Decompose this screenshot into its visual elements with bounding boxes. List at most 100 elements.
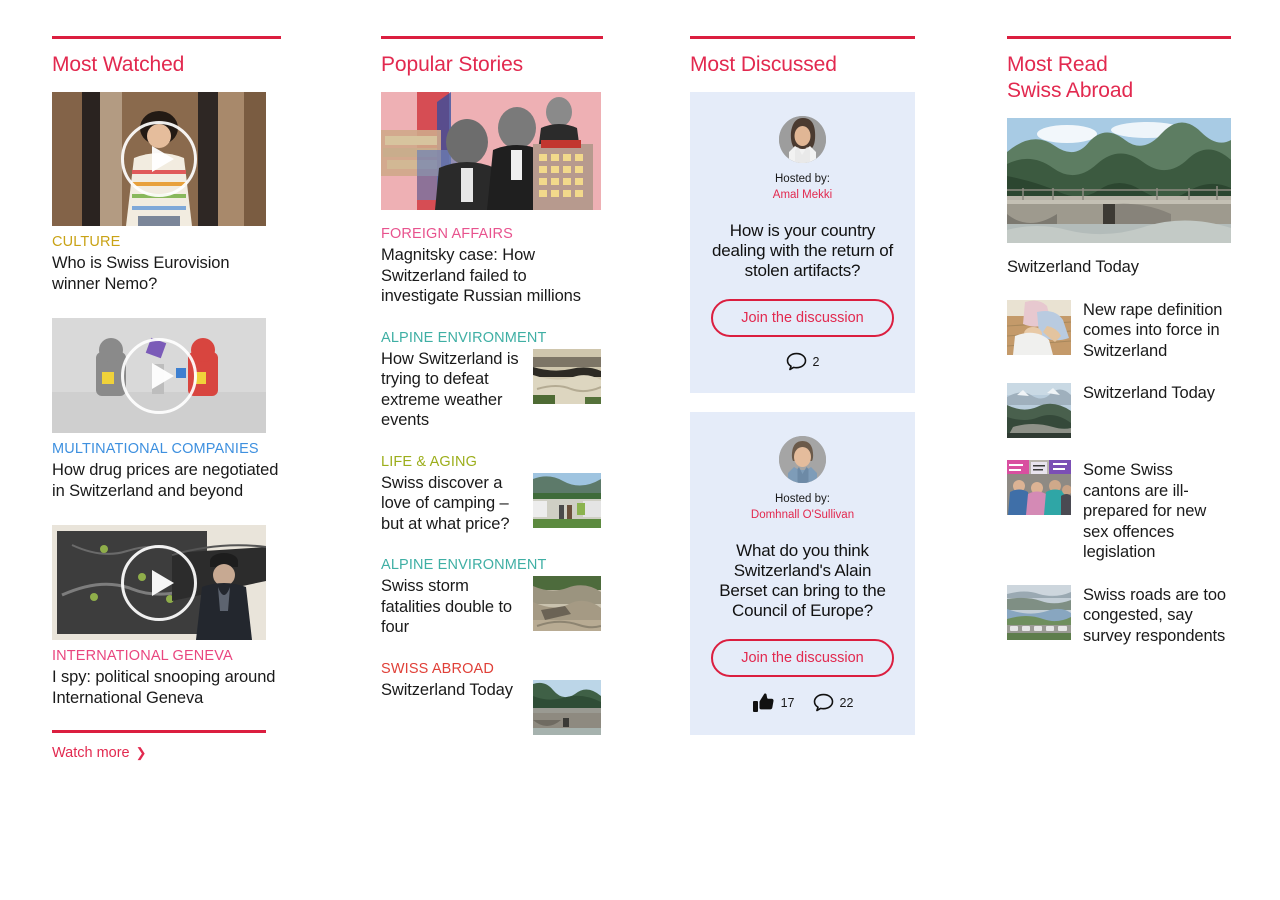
hosted-by-label: Hosted by: (775, 173, 830, 185)
play-icon (151, 146, 174, 172)
section-title-line2: Swiss Abroad (1007, 79, 1134, 102)
section-rule (690, 36, 915, 39)
comment-count[interactable]: 2 (786, 352, 820, 371)
discussion-card[interactable]: Hosted by: Amal Mekki How is your countr… (690, 92, 915, 393)
avatar (779, 116, 826, 163)
avatar (779, 436, 826, 483)
divider-rule (52, 730, 266, 733)
section-title-line1: Most Read (1007, 53, 1108, 76)
video-thumbnail[interactable] (52, 525, 266, 640)
video-caption: INTERNATIONAL GENEVA I spy: political sn… (52, 647, 281, 708)
kicker-multinational-companies[interactable]: MULTINATIONAL COMPANIES (52, 440, 281, 458)
host-name[interactable]: Domhnall O'Sullivan (708, 507, 897, 523)
photo-assault-illustration (1007, 299, 1071, 355)
photo-lake-road-traffic (1007, 584, 1071, 640)
photo-extreme-weather-damage (533, 348, 601, 404)
popular-story-item[interactable]: ALPINE ENVIRONMENT How Switzerland is tr… (381, 329, 601, 431)
headline[interactable]: Swiss storm fatalities double to four (381, 576, 523, 638)
photo-magnitsky-collage (381, 92, 601, 210)
join-discussion-button[interactable]: Join the discussion (711, 639, 894, 677)
section-title-most-read: Most Read Swiss Abroad (1007, 52, 1231, 104)
watch-more-label: Watch more (52, 744, 130, 761)
section-rule (1007, 36, 1231, 39)
join-discussion-button[interactable]: Join the discussion (711, 299, 894, 337)
section-rule (52, 36, 281, 39)
photo-camping-site (533, 472, 601, 528)
watch-more-link[interactable]: Watch more ❯ (52, 745, 147, 761)
photo-storm-debris (533, 576, 601, 631)
discussion-card[interactable]: Hosted by: Domhnall O'Sullivan What do y… (690, 412, 915, 735)
popular-lead-story[interactable]: FOREIGN AFFAIRS Magnitsky case: How Swit… (381, 92, 603, 307)
section-title-most-watched: Most Watched (52, 53, 185, 76)
video-card[interactable]: CULTURE Who is Swiss Eurovision winner N… (52, 92, 281, 294)
most-read-lead-item[interactable]: Switzerland Today (1007, 118, 1231, 278)
most-read-item[interactable]: Swiss roads are too congested, say surve… (1007, 584, 1231, 647)
section-title-most-discussed: Most Discussed (690, 53, 837, 76)
comment-count[interactable]: 22 (813, 693, 854, 712)
play-button[interactable] (121, 544, 197, 621)
headline[interactable]: How drug prices are negotiated in Switze… (52, 460, 281, 501)
watch-more-block: Watch more ❯ (52, 730, 281, 762)
kicker-alpine-environment[interactable]: ALPINE ENVIRONMENT (381, 329, 601, 347)
section-rule (381, 36, 603, 39)
chevron-right-icon: ❯ (135, 744, 147, 760)
video-caption: CULTURE Who is Swiss Eurovision winner N… (52, 233, 281, 294)
popular-story-item[interactable]: SWISS ABROAD Switzerland Today (381, 660, 601, 735)
headline[interactable]: Magnitsky case: How Switzerland failed t… (381, 245, 603, 307)
column-most-watched: Most Watched CULTURE Who is Swiss Eurovi… (52, 36, 281, 762)
comment-icon (786, 352, 806, 371)
most-read-item-title[interactable]: Switzerland Today (1083, 383, 1231, 404)
most-read-item-title[interactable]: New rape definition comes into force in … (1083, 300, 1231, 362)
kicker-life-and-aging[interactable]: LIFE & AGING (381, 453, 601, 471)
avatar-photo-amal-mekki (779, 116, 826, 163)
thumbs-up-icon (752, 693, 774, 712)
video-thumbnail[interactable] (52, 318, 266, 433)
play-icon (151, 362, 174, 389)
column-popular-stories: Popular Stories FOREIGN AFFAIRS Magnitsk… (381, 36, 603, 735)
headline[interactable]: Who is Swiss Eurovision winner Nemo? (52, 253, 281, 294)
column-most-discussed: Most Discussed Hosted by: Amal Mekki How… (690, 36, 915, 735)
most-read-item-title[interactable]: Swiss roads are too congested, say surve… (1083, 585, 1231, 647)
video-thumbnail[interactable] (52, 92, 266, 226)
video-card[interactable]: MULTINATIONAL COMPANIES How drug prices … (52, 318, 281, 501)
play-button[interactable] (121, 337, 197, 414)
most-read-item[interactable]: Switzerland Today (1007, 383, 1231, 438)
page-root: Most Watched CULTURE Who is Swiss Eurovi… (0, 0, 1280, 900)
kicker-alpine-environment[interactable]: ALPINE ENVIRONMENT (381, 556, 601, 574)
headline[interactable]: I spy: political snooping around Interna… (52, 667, 281, 708)
kicker-foreign-affairs[interactable]: FOREIGN AFFAIRS (381, 225, 603, 243)
play-icon (151, 569, 174, 596)
video-card[interactable]: INTERNATIONAL GENEVA I spy: political sn… (52, 525, 281, 708)
photo-stone-bridge-valley (533, 679, 601, 735)
like-count-value: 17 (780, 695, 795, 710)
column-most-read-swiss-abroad: Most Read Swiss Abroad Switzerland Today… (1007, 36, 1231, 646)
discussion-stats: 17 22 (708, 692, 897, 713)
discussion-question: What do you think Switzerland's Alain Be… (719, 541, 886, 620)
photo-stone-bridge-mountains (1007, 118, 1231, 243)
kicker-swiss-abroad[interactable]: SWISS ABROAD (381, 660, 601, 678)
photo-protest-demonstration (1007, 460, 1071, 515)
popular-story-item[interactable]: LIFE & AGING Swiss discover a love of ca… (381, 453, 601, 535)
most-read-lead-title[interactable]: Switzerland Today (1007, 257, 1231, 278)
kicker-international-geneva[interactable]: INTERNATIONAL GENEVA (52, 647, 281, 665)
comment-count-value: 22 (839, 695, 854, 710)
like-count[interactable]: 17 (752, 692, 795, 713)
most-read-item-title[interactable]: Some Swiss cantons are ill-prepared for … (1083, 460, 1231, 563)
most-read-item[interactable]: Some Swiss cantons are ill-prepared for … (1007, 460, 1231, 563)
comment-count-value: 2 (812, 354, 820, 369)
section-title-popular-stories: Popular Stories (381, 53, 524, 76)
popular-story-item[interactable]: ALPINE ENVIRONMENT Swiss storm fatalitie… (381, 556, 601, 638)
comment-icon (813, 693, 833, 712)
most-read-item[interactable]: New rape definition comes into force in … (1007, 299, 1231, 362)
kicker-culture[interactable]: CULTURE (52, 233, 281, 251)
headline[interactable]: Swiss discover a love of camping – but a… (381, 473, 523, 535)
hosted-by-label: Hosted by: (775, 493, 830, 505)
headline[interactable]: How Switzerland is trying to defeat extr… (381, 349, 523, 431)
avatar-photo-domhnall-osullivan (779, 436, 826, 483)
play-button[interactable] (121, 121, 197, 197)
photo-alpine-valley (1007, 383, 1071, 438)
video-caption: MULTINATIONAL COMPANIES How drug prices … (52, 440, 281, 501)
host-name[interactable]: Amal Mekki (708, 187, 897, 203)
discussion-stats: 2 (708, 352, 897, 371)
headline[interactable]: Switzerland Today (381, 680, 523, 701)
